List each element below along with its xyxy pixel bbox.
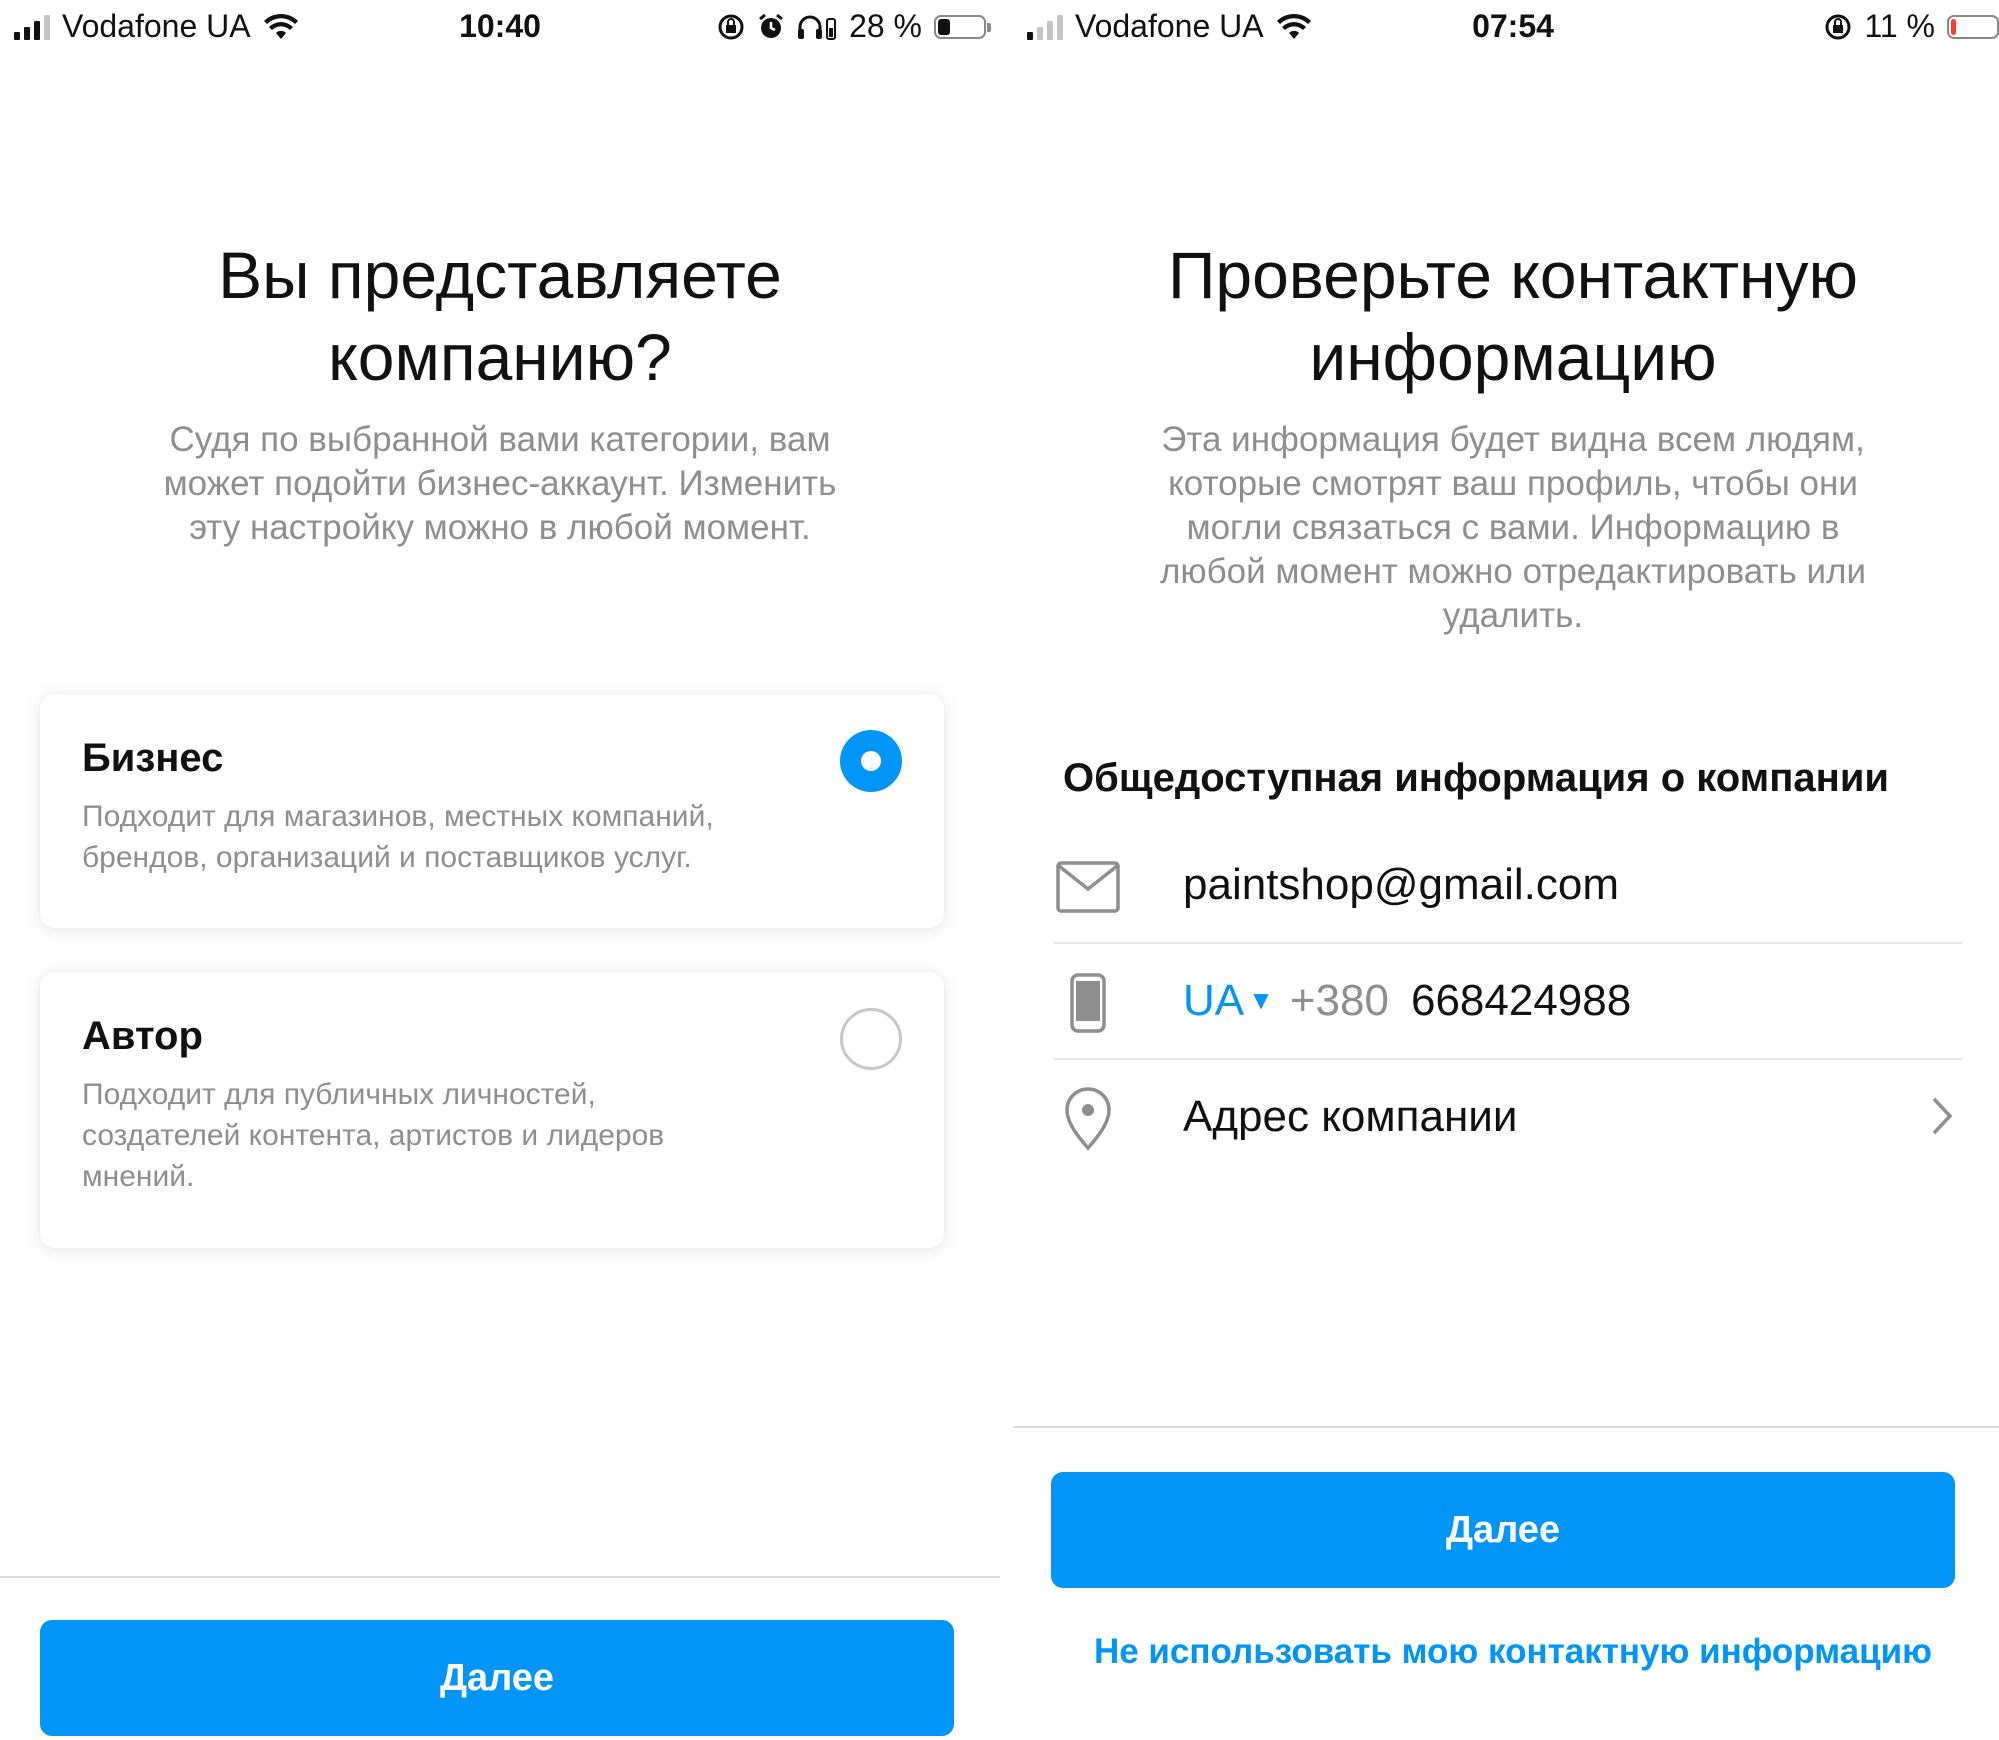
option-title: Автор [82,1014,203,1058]
phone-field[interactable]: UA ▼ +380 668424988 [1053,944,1963,1060]
contact-info-screen: Vodafone UA 07:54 11 % Проверьте контакт… [1013,0,1999,1740]
phone-icon [1053,968,1123,1038]
email-value: paintshop@gmail.com [1183,860,1619,909]
address-placeholder: Адрес компании [1183,1092,1518,1141]
bottom-divider [1013,1426,1999,1428]
page-subtitle: Эта информация будет видна всем людям, к… [1159,420,1867,635]
bottom-divider [0,1576,1000,1578]
battery-percent: 28 % [849,8,922,44]
battery-icon [1947,14,1999,39]
phone-prefix: +380 [1289,976,1389,1025]
radio-button-author[interactable] [840,1008,902,1070]
next-button[interactable]: Далее [40,1620,954,1736]
option-business-card[interactable]: Бизнес Подходит для магазинов, местных к… [40,694,944,928]
orientation-lock-icon [1824,13,1852,41]
headphones-icon [797,13,837,41]
section-title: Общедоступная информация о компании [1063,756,1889,800]
next-button[interactable]: Далее [1051,1472,1955,1588]
radio-button-business[interactable] [840,730,902,792]
option-title: Бизнес [82,736,224,780]
phone-number: 668424988 [1410,976,1632,1025]
option-author-card[interactable]: Автор Подходит для публичных личностей, … [40,972,944,1248]
country-code-selector[interactable]: UA ▼ [1183,976,1274,1025]
skip-contact-info-link[interactable]: Не использовать мою контактную информаци… [1053,1632,1973,1672]
chevron-right-icon [1931,1096,1953,1141]
option-description: Подходит для магазинов, местных компаний… [82,800,714,874]
location-pin-icon [1053,1084,1123,1154]
email-field[interactable]: paintshop@gmail.com [1053,828,1963,944]
status-bar: Vodafone UA 07:54 11 % [1013,0,1999,56]
page-title: Вы представляете компанию? [218,238,782,394]
battery-percent: 11 % [1864,8,1935,44]
page-title: Проверьте контактную информацию [1167,238,1859,394]
orientation-lock-icon [717,13,745,41]
alarm-icon [757,13,785,41]
battery-icon [934,14,991,39]
option-description: Подходит для публичных личностей, создат… [82,1078,665,1193]
status-bar: Vodafone UA 10:40 28 % [0,0,1000,56]
caret-down-icon: ▼ [1248,985,1274,1015]
page-subtitle: Судя по выбранной вами категории, вам мо… [163,420,837,547]
screenshot-pair: Vodafone UA 10:40 28 % Вы представляете … [0,0,1999,1740]
account-type-screen: Vodafone UA 10:40 28 % Вы представляете … [0,0,1000,1740]
envelope-icon [1053,852,1123,922]
address-field[interactable]: Адрес компании [1053,1060,1963,1176]
